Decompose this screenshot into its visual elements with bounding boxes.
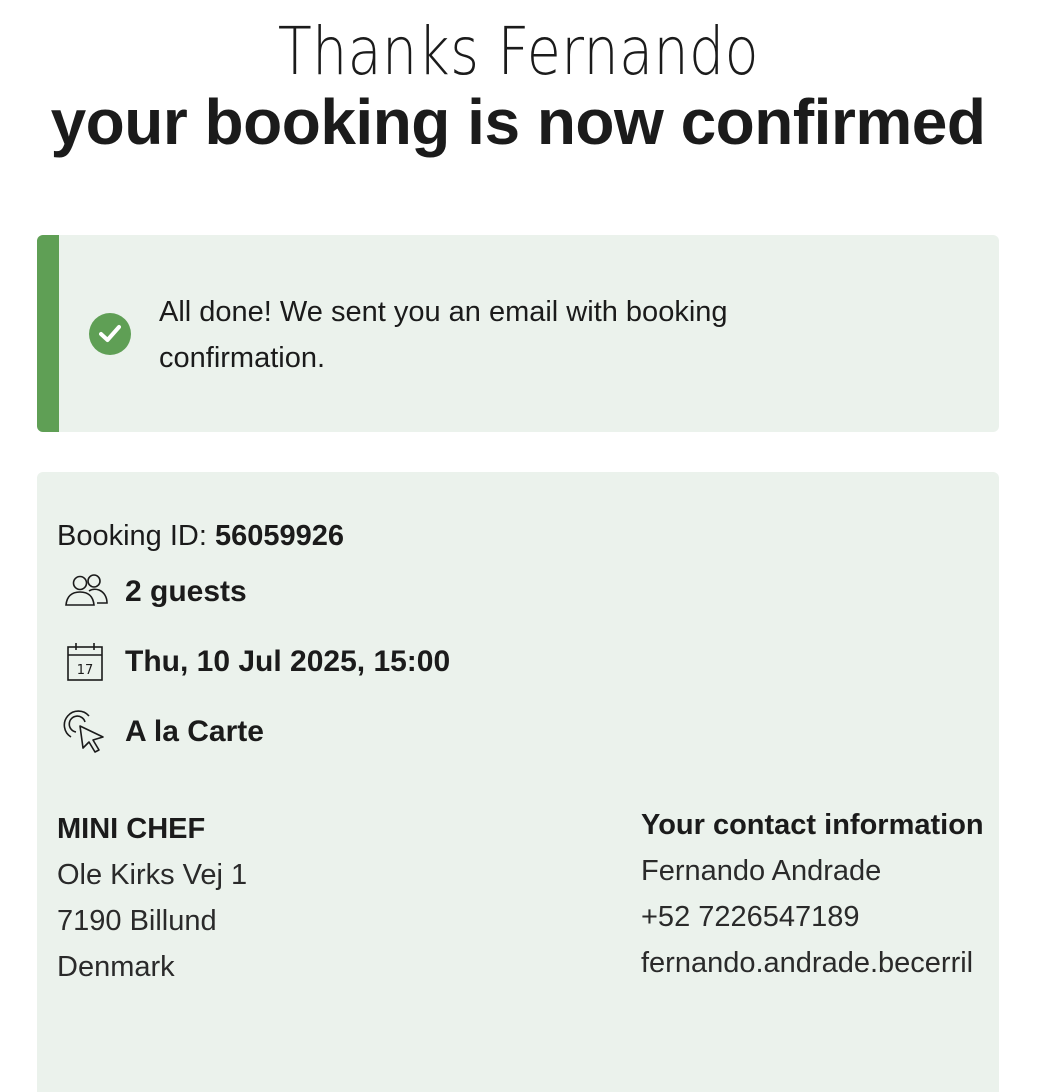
menu-name: A la Carte — [125, 715, 264, 748]
notice-message: All done! We sent you an email with book… — [159, 296, 728, 374]
check-circle-icon — [89, 313, 131, 355]
venue-name: MINI CHEF — [57, 813, 206, 845]
guests-row: 2 guests — [63, 570, 247, 614]
booking-datetime: Thu, 10 Jul 2025, 15:00 — [125, 645, 451, 678]
datetime-row: 17 Thu, 10 Jul 2025, 15:00 — [63, 640, 450, 684]
booking-id-value: 56059926 — [214, 520, 345, 552]
cursor-click-icon — [63, 710, 111, 754]
guests-count: 2 guests — [125, 575, 247, 608]
success-notice: All done! We sent you an email with book… — [37, 235, 999, 432]
contact-information: Your contact information Fernando Andrad… — [641, 802, 999, 986]
contact-title: Your contact information — [641, 809, 984, 841]
confirmed-heading: your booking is now confirmed — [50, 86, 986, 158]
guests-icon — [63, 570, 111, 614]
page-title: Thanks Fernando — [0, 12, 1036, 92]
booking-details-card: Booking ID: 56059926 2 guests 17 Thu, 10… — [37, 472, 999, 1092]
contact-email: fernando.andrade.becerril — [641, 947, 974, 979]
booking-id-label: Booking ID: — [57, 520, 207, 552]
calendar-icon: 17 — [63, 640, 111, 684]
venue-city: 7190 Billund — [57, 905, 217, 937]
notice-accent-bar — [37, 235, 59, 432]
booking-id: Booking ID: 56059926 — [57, 516, 344, 556]
booking-confirmation-page: Thanks Fernando your booking is now conf… — [0, 0, 1046, 1092]
venue-street: Ole Kirks Vej 1 — [57, 859, 248, 891]
contact-name: Fernando Andrade — [641, 855, 882, 887]
venue-address: MINI CHEF Ole Kirks Vej 1 7190 Billund D… — [57, 806, 247, 990]
menu-row: A la Carte — [63, 710, 264, 754]
thanks-heading: Thanks Fernando — [277, 13, 759, 90]
contact-phone: +52 7226547189 — [641, 901, 860, 933]
svg-text:17: 17 — [77, 663, 94, 678]
venue-country: Denmark — [57, 951, 175, 983]
